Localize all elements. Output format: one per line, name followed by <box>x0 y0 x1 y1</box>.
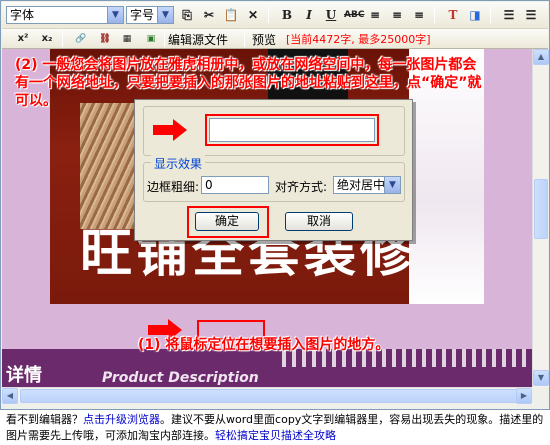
scroll-left-icon[interactable]: ◀ <box>2 388 18 404</box>
toolbar-row-2: x² x₂ 🔗 ⛓ ▦ ▣ 编辑源文件 预览 [当前4472字, 最多25000… <box>2 29 548 49</box>
description-guide-link[interactable]: 轻松搞定宝贝描述全攻略 <box>215 429 336 442</box>
vertical-scroll-thumb[interactable] <box>534 179 548 239</box>
subscript-icon[interactable]: x₂ <box>38 30 56 48</box>
insert-table-icon[interactable]: ▦ <box>118 30 136 48</box>
insert-image-dialog: 显示效果 边框粗细: 0 对齐方式: 绝对居中 ▼ 确定 取消 <box>134 99 413 241</box>
border-width-label: 边框粗细: <box>147 180 200 194</box>
arrow-right-icon <box>153 119 187 141</box>
help-text-part-1: 看不到编辑器？ <box>6 413 83 426</box>
toolbar-separator <box>244 31 245 47</box>
horizontal-scrollbar[interactable]: ◀ ▶ <box>2 387 532 404</box>
horizontal-scroll-thumb[interactable] <box>20 389 520 403</box>
display-effect-legend: 显示效果 <box>151 155 206 172</box>
toolbar-separator <box>62 31 63 47</box>
underline-icon[interactable]: U <box>322 6 340 24</box>
preview-button[interactable]: 预览 <box>252 31 276 48</box>
italic-icon[interactable]: I <box>300 6 318 24</box>
ordered-list-icon[interactable]: ☰ <box>500 6 518 24</box>
alignment-value: 绝对居中 <box>337 178 386 192</box>
paste-icon[interactable]: 📋 <box>222 6 240 24</box>
url-input-highlight <box>205 114 379 146</box>
border-width-input[interactable]: 0 <box>201 176 269 194</box>
vertical-scrollbar[interactable]: ▲ ▼ <box>532 49 549 387</box>
cancel-button[interactable]: 取消 <box>285 212 353 231</box>
alignment-select[interactable]: 绝对居中 ▼ <box>333 176 401 194</box>
toolbar-separator <box>434 7 435 23</box>
chevron-down-icon: ▼ <box>107 7 123 23</box>
chevron-down-icon: ▼ <box>157 7 173 23</box>
annotation-step-1: (1) 将鼠标定位在想要插入图片的地方。 <box>138 337 390 353</box>
toolbar-row-1: 字体 ▼ 字号 ▼ ⎘ ✂ 📋 ✕ B I U ABC ≡ ≡ ≡ T ◨ ☰ … <box>2 2 548 29</box>
font-family-value: 字体 <box>10 8 35 22</box>
toolbar-separator <box>268 7 269 23</box>
strikethrough-icon[interactable]: ABC <box>344 6 364 24</box>
scroll-down-icon[interactable]: ▼ <box>533 370 549 386</box>
section-header-bar <box>2 349 532 387</box>
align-left-icon[interactable]: ≡ <box>366 6 384 24</box>
ok-button-highlight <box>187 206 269 238</box>
copy-icon[interactable]: ⎘ <box>178 6 196 24</box>
scroll-right-icon[interactable]: ▶ <box>516 388 532 404</box>
font-family-select[interactable]: 字体 ▼ <box>6 6 124 24</box>
background-color-icon[interactable]: ◨ <box>466 6 484 24</box>
bold-icon[interactable]: B <box>278 6 296 24</box>
superscript-icon[interactable]: x² <box>14 30 32 48</box>
text-color-icon[interactable]: T <box>444 6 462 24</box>
font-size-select[interactable]: 字号 ▼ <box>126 6 174 24</box>
insert-image-icon[interactable]: ▣ <box>142 30 160 48</box>
font-size-value: 字号 <box>130 8 155 22</box>
editor-help-text: 看不到编辑器？点击升级浏览器。建议不要从word里面copy文字到编辑器里，容易… <box>6 412 546 444</box>
section-subtitle: Product Description <box>102 370 259 386</box>
insert-link-icon[interactable]: 🔗 <box>72 30 90 48</box>
remove-link-icon[interactable]: ⛓ <box>96 30 114 48</box>
edit-source-button[interactable]: 编辑源文件 <box>168 31 228 48</box>
unordered-list-icon[interactable]: ☰ <box>522 6 540 24</box>
toolbar-separator <box>490 7 491 23</box>
remove-format-icon[interactable]: ✕ <box>244 6 262 24</box>
char-counter: [当前4472字, 最多25000字] <box>286 33 431 46</box>
scroll-up-icon[interactable]: ▲ <box>533 49 549 65</box>
align-center-icon[interactable]: ≡ <box>388 6 406 24</box>
upgrade-browser-link[interactable]: 点击升级浏览器 <box>83 413 160 426</box>
chevron-down-icon: ▼ <box>384 177 400 193</box>
alignment-label: 对齐方式: <box>275 180 328 194</box>
section-title: 详情 <box>6 365 42 386</box>
editor-frame: 字体 ▼ 字号 ▼ ⎘ ✂ 📋 ✕ B I U ABC ≡ ≡ ≡ T ◨ ☰ … <box>0 0 550 410</box>
align-right-icon[interactable]: ≡ <box>410 6 428 24</box>
cut-icon[interactable]: ✂ <box>200 6 218 24</box>
toolbar-separator <box>164 31 165 47</box>
